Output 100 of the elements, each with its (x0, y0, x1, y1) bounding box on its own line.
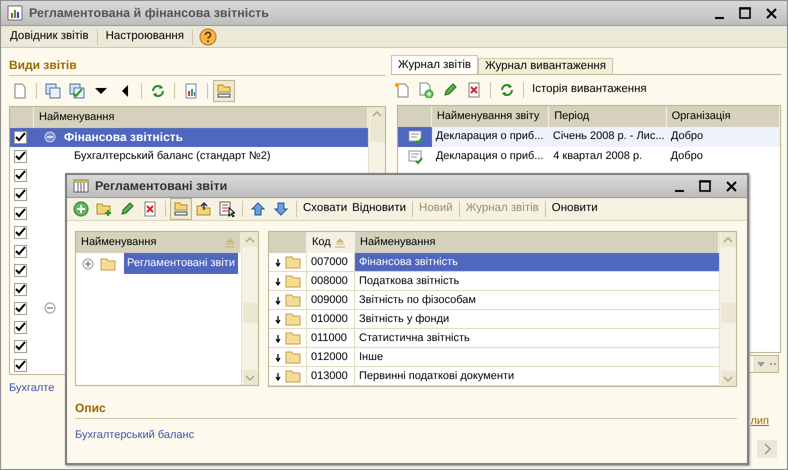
minimize-icon (714, 16, 724, 18)
section-heading: Опис (75, 399, 737, 419)
check-icon (15, 170, 26, 180)
folder-up-icon (196, 201, 212, 217)
check-icon (15, 341, 26, 351)
close-icon (766, 8, 776, 18)
row-marker[interactable] (398, 126, 432, 146)
next-button[interactable] (757, 440, 777, 458)
table-cell[interactable]: Інше (355, 348, 719, 366)
table-cell: 012000 (307, 348, 355, 366)
folder-list-button[interactable] (213, 80, 235, 102)
arrow-down-small-icon (275, 258, 281, 266)
check-icon (15, 227, 26, 237)
table-cell[interactable]: Статистична звітність (355, 329, 719, 347)
list-cursor-icon (219, 201, 235, 217)
expand-icon[interactable] (82, 258, 94, 270)
chevron-up-icon (722, 234, 734, 244)
pencil-icon (442, 82, 458, 98)
table-cell[interactable]: Фінансова звітність (355, 253, 719, 271)
check-icon (15, 284, 26, 294)
table-cell-text: Декларация о приб... (434, 149, 544, 164)
arrow-down-small-icon (275, 314, 281, 324)
report-check-icon (406, 148, 423, 164)
copy-check-icon (69, 82, 85, 99)
maximize-icon (739, 7, 751, 19)
checkbox[interactable] (14, 282, 27, 296)
checkbox[interactable] (14, 168, 27, 182)
menu-item[interactable]: Довідник звітів (5, 28, 94, 46)
table-cell: 013000 (307, 367, 355, 385)
table-cell[interactable]: Звітність у фонди (355, 310, 719, 328)
chevron-down-icon (722, 374, 734, 384)
checkbox[interactable] (14, 302, 27, 314)
window-title: Регламентована й фінансова звітність (29, 4, 269, 22)
check-icon (15, 132, 26, 142)
checkbox[interactable] (14, 320, 27, 334)
copy-icon (45, 82, 61, 99)
help-icon (199, 28, 218, 46)
checkbox[interactable] (14, 358, 27, 372)
checkbox[interactable] (14, 244, 27, 258)
folder-icon (285, 368, 303, 384)
chevron-right-icon (762, 442, 772, 456)
folder-icon (285, 311, 303, 327)
table-cell-text: 4 квартал 2008 р. (552, 149, 644, 164)
table-cell: 009000 (307, 291, 355, 309)
check-icon (15, 322, 26, 332)
checkbox[interactable] (14, 188, 27, 200)
folder-icon (285, 273, 303, 289)
tab[interactable]: Журнал вивантаження (478, 58, 614, 74)
table-cell[interactable]: Первинні податкові документи (355, 367, 719, 385)
scroll-thumb[interactable] (720, 303, 736, 323)
checkbox[interactable] (14, 340, 27, 352)
description-link[interactable]: Бухгалте (9, 382, 54, 394)
toolbar-button[interactable]: Відновити (350, 198, 408, 220)
checkbox[interactable] (14, 264, 27, 276)
table-cell-text: Декларация о приб... (434, 129, 544, 144)
tab[interactable]: Журнал звітів (391, 55, 478, 74)
arrow-up-icon (250, 201, 266, 217)
report-icon (183, 82, 199, 99)
arrow-down-small-icon (275, 276, 281, 286)
folder-add-icon (96, 201, 112, 217)
table-cell-text: Січень 2008 р. - Лис... (552, 129, 666, 144)
document-icon (12, 82, 28, 99)
toolbar-button[interactable]: Історія вивантаження (529, 78, 650, 101)
checkbox[interactable] (14, 206, 27, 220)
folder-list-button[interactable] (170, 198, 192, 220)
table-cell[interactable]: Податкова звітність (355, 272, 719, 290)
toolbar-button[interactable]: Сховати (301, 198, 350, 220)
column-header[interactable]: Код (307, 232, 355, 253)
checkbox[interactable] (14, 130, 27, 144)
scroll-thumb[interactable] (242, 303, 258, 323)
table-cell: 010000 (307, 310, 355, 328)
checkbox[interactable] (14, 226, 27, 238)
arrow-down-icon (273, 201, 289, 217)
column-title: Найменування (81, 235, 156, 250)
minimize-icon (674, 190, 684, 192)
report-name[interactable]: Бухгалтерський баланс (стандарт №2) (74, 148, 271, 164)
window-title: Регламентовані звіти (95, 178, 228, 195)
checkbox[interactable] (14, 150, 27, 162)
folder-icon (285, 330, 303, 346)
dots-icon (770, 363, 776, 366)
table-cell[interactable]: Звітність по фізособам (355, 291, 719, 309)
toolbar-button[interactable]: Оновити (550, 198, 600, 220)
collapse-icon[interactable] (44, 131, 56, 143)
folder-list-icon (173, 201, 189, 217)
caret-down-icon (756, 360, 766, 368)
tree-item[interactable]: Регламентовані звіти (124, 253, 238, 274)
table-cell: 011000 (307, 329, 355, 347)
collapse-icon[interactable] (44, 302, 56, 314)
table-cell-text: Добро (670, 149, 704, 164)
report-check-icon (406, 128, 423, 144)
link[interactable]: лип (750, 413, 769, 430)
delete-icon (466, 82, 482, 98)
arrow-down-small-icon (275, 334, 281, 342)
table-icon (73, 178, 89, 194)
check-icon (15, 360, 26, 370)
chevron-up-icon (371, 109, 383, 119)
menu-item[interactable]: Настроювання (100, 28, 190, 46)
check-icon (15, 208, 26, 218)
sort-icon (225, 238, 235, 248)
scroll-thumb[interactable] (370, 122, 384, 142)
